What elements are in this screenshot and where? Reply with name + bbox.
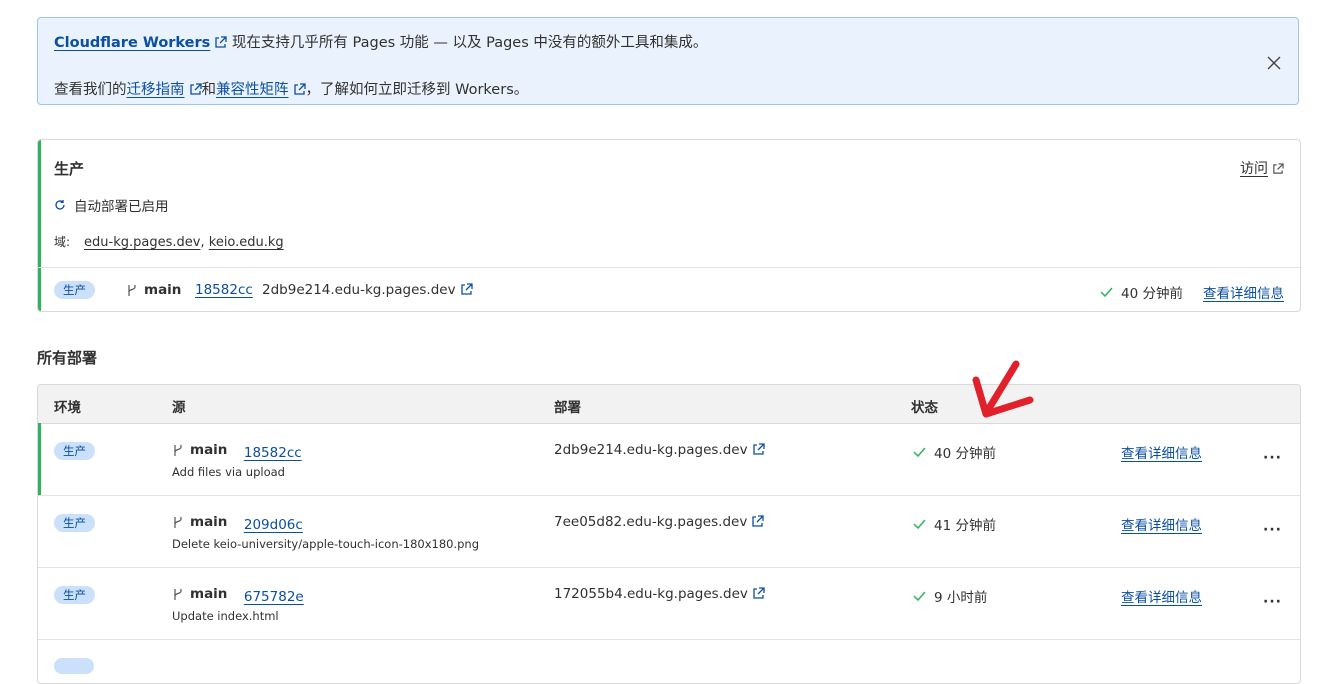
status-text: 41 分钟前 [934, 518, 996, 534]
branch-name: main [172, 442, 227, 458]
environment-badge: 生产 [54, 281, 95, 299]
external-link-icon [1273, 163, 1284, 174]
migration-guide-link[interactable]: 迁移指南 [127, 82, 185, 98]
deployment-status: 9 小时前 [913, 586, 987, 606]
source-cell: main 18582cc Add files via upload [172, 442, 302, 479]
column-header-source: 源 [172, 400, 186, 416]
external-link-icon[interactable] [460, 283, 473, 296]
external-link-icon [215, 36, 227, 48]
status-text: 40 分钟前 [1121, 286, 1183, 302]
refresh-icon [55, 200, 65, 210]
check-icon [913, 519, 926, 529]
external-link-icon[interactable] [751, 515, 764, 528]
external-link-icon [293, 83, 306, 95]
deployment-url-text: 2db9e214.edu-kg.pages.dev [554, 442, 748, 458]
visit-link[interactable]: 访问 [1240, 158, 1284, 178]
production-title: 生产 [54, 160, 85, 178]
external-link-icon[interactable] [752, 443, 765, 456]
environment-badge: 生产 [54, 442, 95, 460]
domain-link-pages[interactable]: edu-kg.pages.dev [84, 235, 200, 250]
autodeploy-status: 自动部署已启用 [54, 195, 169, 215]
git-branch-icon [174, 444, 182, 456]
deployment-status: 40 分钟前 [913, 442, 996, 462]
domain-link-custom[interactable]: keio.edu.kg [209, 235, 284, 250]
deployments-table: 环境 源 部署 状态 生产 main 18582cc Add files via… [37, 384, 1301, 684]
check-icon [1100, 287, 1113, 297]
deployment-url: 2db9e214.edu-kg.pages.dev [262, 282, 473, 298]
commit-message: Add files via upload [172, 464, 285, 479]
branch-label: main [190, 442, 228, 458]
domains-label: 域: [54, 235, 71, 249]
branch-name: main [172, 514, 227, 530]
environment-badge: 生产 [54, 514, 95, 532]
source-cell: main 209d06c Delete keio-university/appl… [172, 514, 479, 551]
deployment-status: 41 分钟前 [913, 514, 996, 534]
deployment-url-text: 2db9e214.edu-kg.pages.dev [262, 282, 456, 298]
environment-badge: 生产 [54, 586, 95, 604]
commit-link[interactable]: 18582cc [244, 445, 302, 461]
table-row[interactable]: 生产 main 675782e Update index.html 172055… [38, 567, 1300, 640]
branch-name: main [172, 586, 227, 602]
environment-badge [54, 658, 94, 674]
source-cell: main 675782e Update index.html [172, 586, 304, 623]
more-options-icon[interactable]: ··· [1263, 594, 1282, 610]
table-row[interactable]: 生产 main 209d06c Delete keio-university/a… [38, 495, 1300, 568]
workers-banner: Cloudflare Workers 现在支持几乎所有 Pages 功能 — 以… [37, 17, 1299, 105]
deployment-status: 40 分钟前 [1100, 282, 1183, 302]
banner-text: 现在支持几乎所有 Pages 功能 — 以及 Pages 中没有的额外工具和集成… [231, 35, 708, 51]
view-details-link[interactable]: 查看详细信息 [1121, 514, 1202, 534]
branch-label: main [190, 586, 228, 602]
git-branch-icon [174, 588, 182, 600]
banner-line-2: 查看我们的迁移指南 和兼容性矩阵 ，了解如何立即迁移到 Workers。 [54, 78, 528, 99]
check-icon [913, 591, 926, 601]
deployment-url-text: 7ee05d82.edu-kg.pages.dev [554, 514, 748, 530]
production-card: 生产 访问 自动部署已启用 域: edu-kg.pages.dev, keio.e… [37, 139, 1301, 312]
table-row[interactable]: 生产 main 18582cc Add files via upload 2db… [38, 423, 1300, 496]
deployment-url-text: 172055b4.edu-kg.pages.dev [554, 586, 748, 602]
view-details-link[interactable]: 查看详细信息 [1203, 282, 1284, 302]
commit-link[interactable]: 675782e [244, 589, 304, 605]
status-text: 9 小时前 [934, 590, 988, 606]
branch-name: main [126, 282, 181, 298]
view-details-link[interactable]: 查看详细信息 [1121, 586, 1202, 606]
more-options-icon[interactable]: ··· [1263, 450, 1282, 466]
commit-link[interactable]: 209d06c [244, 517, 303, 533]
commit-message: Update index.html [172, 608, 279, 623]
compatibility-matrix-link[interactable]: 兼容性矩阵 [216, 82, 289, 98]
column-header-environment: 环境 [54, 400, 81, 416]
domains-row: 域: edu-kg.pages.dev, keio.edu.kg [54, 233, 284, 250]
all-deployments-title: 所有部署 [37, 349, 98, 367]
deployment-url: 2db9e214.edu-kg.pages.dev [554, 442, 765, 458]
deployment-url: 172055b4.edu-kg.pages.dev [554, 586, 765, 602]
close-icon[interactable] [1266, 55, 1282, 71]
more-options-icon[interactable]: ··· [1263, 522, 1282, 538]
domain-separator: , [200, 235, 205, 250]
column-header-status: 状态 [911, 400, 938, 416]
banner-and: 和 [201, 82, 217, 98]
banner-suffix: ，了解如何立即迁移到 Workers。 [305, 82, 529, 98]
commit-link[interactable]: 18582cc [195, 282, 253, 298]
commit-message: Delete keio-university/apple-touch-icon-… [172, 536, 480, 551]
deployment-url: 7ee05d82.edu-kg.pages.dev [554, 514, 764, 530]
annotation-arrow-icon [972, 360, 1034, 418]
external-link-icon[interactable] [752, 587, 765, 600]
banner-line-1: Cloudflare Workers 现在支持几乎所有 Pages 功能 — 以… [54, 31, 707, 52]
git-branch-icon [128, 284, 136, 296]
visit-label[interactable]: 访问 [1240, 161, 1268, 177]
branch-label: main [144, 282, 182, 298]
production-deployment-row: 生产 main 18582cc 2db9e214.edu-kg.pages.de… [38, 267, 1300, 311]
branch-label: main [190, 514, 228, 530]
autodeploy-text: 自动部署已启用 [74, 199, 169, 215]
banner-prefix: 查看我们的 [54, 82, 127, 98]
table-header: 环境 源 部署 状态 [38, 385, 1300, 424]
active-accent-bar [38, 423, 41, 495]
column-header-deployment: 部署 [554, 400, 581, 416]
table-row-partial[interactable] [38, 639, 1300, 683]
check-icon [913, 447, 926, 457]
cloudflare-workers-link[interactable]: Cloudflare Workers [54, 35, 210, 51]
git-branch-icon [174, 516, 182, 528]
external-link-icon [189, 83, 202, 95]
view-details-link[interactable]: 查看详细信息 [1121, 442, 1202, 462]
status-text: 40 分钟前 [934, 446, 996, 462]
